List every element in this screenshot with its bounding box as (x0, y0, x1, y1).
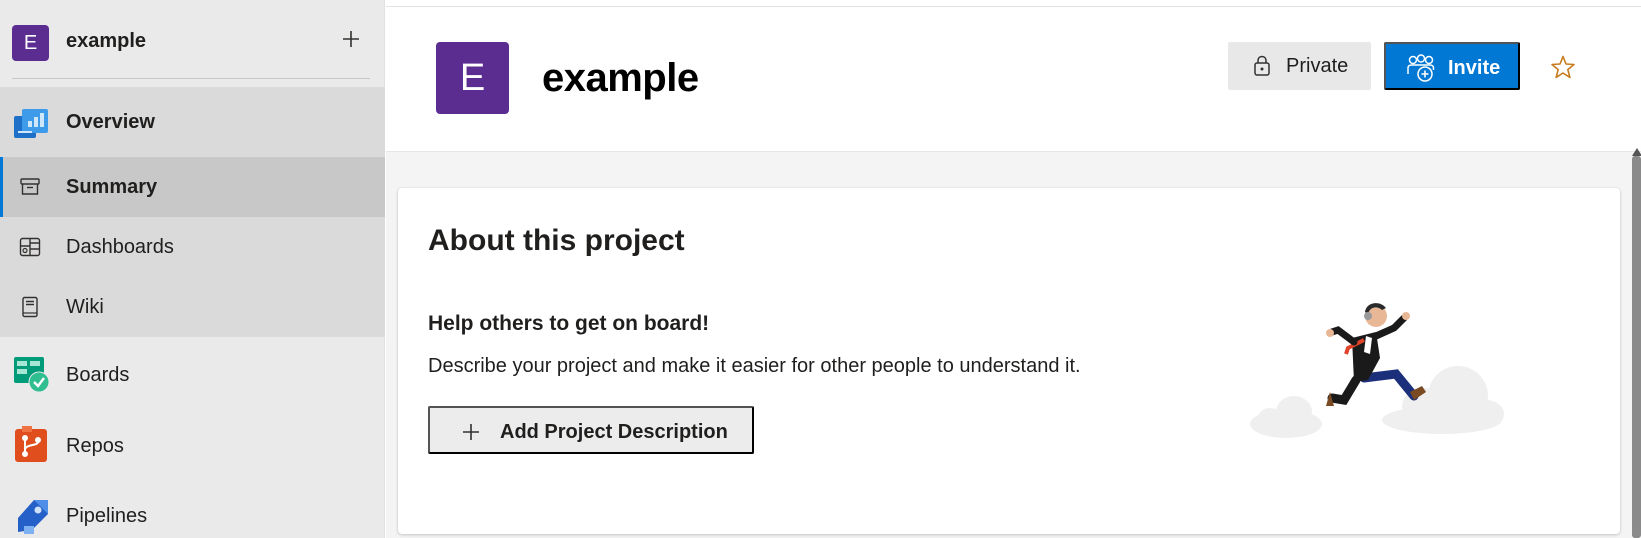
sidebar-item-label: Wiki (66, 295, 104, 318)
sidebar-item-label: Overview (66, 110, 155, 133)
about-project-card: About this project Help others to get on… (398, 188, 1620, 534)
sidebar-item-repos[interactable]: Repos (0, 410, 385, 482)
scrollbar[interactable] (1632, 156, 1641, 538)
page-title: example (542, 56, 699, 100)
project-avatar-large: E (436, 42, 509, 114)
sidebar-item-label: Dashboards (66, 235, 174, 258)
dashboards-icon (19, 237, 41, 257)
plus-icon (343, 31, 359, 47)
invite-button-label: Invite (1448, 57, 1501, 79)
sidebar-item-pipelines[interactable]: Pipelines (0, 480, 385, 538)
sidebar: E example Overview Summary Dashboards Wi… (0, 0, 385, 538)
sidebar-item-label: Repos (66, 434, 124, 457)
card-title: About this project (428, 224, 685, 257)
sidebar-item-label: Pipelines (66, 504, 148, 527)
summary-icon (20, 178, 40, 195)
plus-icon (462, 416, 480, 448)
add-description-label: Add Project Description (500, 421, 728, 443)
sidebar-item-overview[interactable]: Overview (0, 87, 385, 157)
private-button[interactable]: Private (1228, 42, 1371, 90)
sidebar-item-dashboards[interactable]: Dashboards (0, 217, 385, 277)
sidebar-item-label: Boards (66, 363, 130, 386)
invite-button[interactable]: Invite (1384, 42, 1520, 90)
sidebar-item-boards[interactable]: Boards (0, 339, 385, 411)
wiki-icon (22, 296, 38, 318)
project-header: E example (0, 0, 385, 86)
sidebar-item-label: Summary (66, 175, 158, 198)
private-button-label: Private (1286, 55, 1349, 77)
add-project-button[interactable] (336, 24, 366, 54)
sidebar-item-summary[interactable]: Summary (0, 157, 385, 217)
pipelines-icon (18, 500, 48, 534)
divider (12, 78, 370, 79)
star-icon[interactable] (1550, 54, 1576, 80)
repos-icon (15, 426, 47, 462)
add-project-description-button[interactable]: Add Project Description (428, 406, 754, 454)
sidebar-item-wiki[interactable]: Wiki (0, 277, 385, 337)
project-name[interactable]: example (66, 30, 146, 53)
card-subtitle: Help others to get on board! (428, 312, 710, 335)
overview-icon (14, 109, 48, 138)
lock-icon (1254, 55, 1270, 76)
project-avatar[interactable]: E (12, 25, 49, 61)
jumping-person-illustration (1250, 303, 1504, 438)
invite-people-icon (1407, 54, 1435, 82)
boards-icon (14, 357, 50, 393)
card-description: Describe your project and make it easier… (428, 355, 1081, 377)
scroll-up-arrow[interactable] (1632, 148, 1641, 156)
